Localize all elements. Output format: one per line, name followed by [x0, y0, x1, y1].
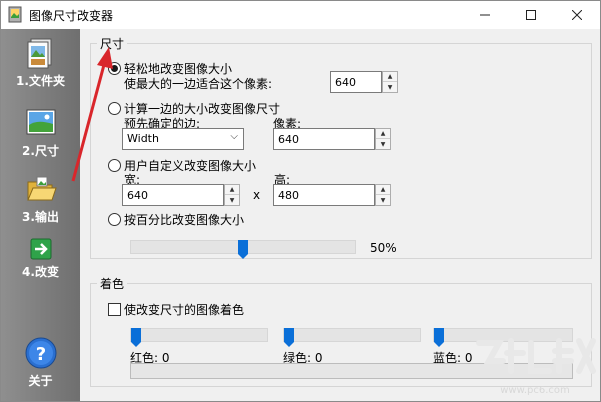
- spin-up-icon[interactable]: ▲: [225, 185, 239, 195]
- close-button[interactable]: [554, 1, 600, 29]
- height-input[interactable]: [273, 184, 375, 206]
- about-button[interactable]: ? 关于: [1, 337, 80, 389]
- radio-percent[interactable]: [108, 213, 121, 226]
- red-slider-thumb[interactable]: [131, 328, 141, 347]
- red-slider[interactable]: [130, 328, 268, 347]
- title-bar: 图像尺寸改变器: [1, 1, 600, 29]
- spin-down-icon[interactable]: ▼: [376, 195, 390, 205]
- green-slider[interactable]: [283, 328, 421, 347]
- help-icon: ?: [25, 337, 56, 369]
- max-side-label: 使最大的一边适合这个像素:: [124, 77, 273, 91]
- spin-down-icon[interactable]: ▼: [383, 82, 397, 92]
- spin-up-icon[interactable]: ▲: [383, 72, 397, 82]
- width-input[interactable]: [122, 184, 224, 206]
- width-spinner[interactable]: ▲ ▼: [224, 184, 240, 206]
- spin-up-icon[interactable]: ▲: [376, 185, 390, 195]
- percent-value-text: 50%: [370, 241, 397, 255]
- svg-text:?: ?: [35, 344, 45, 365]
- custom-label: 用户自定义改变图像大小: [124, 159, 257, 173]
- chevron-down-icon: ⌵: [230, 131, 238, 142]
- watermark-logo: www.pc6.com: [476, 338, 596, 396]
- spin-down-icon[interactable]: ▼: [225, 195, 239, 205]
- window-title: 图像尺寸改变器: [29, 9, 114, 23]
- folder-images-icon: [27, 38, 51, 69]
- percent-slider-thumb[interactable]: [238, 240, 248, 259]
- sidebar-item-label: 3.输出: [22, 210, 59, 224]
- green-slider-thumb[interactable]: [284, 328, 294, 347]
- annotation-arrow-icon: [71, 47, 113, 182]
- maximize-icon: [526, 10, 536, 20]
- colorize-label: 使改变尺寸的图像着色: [124, 303, 245, 317]
- maximize-button[interactable]: [508, 1, 554, 29]
- height-spinner[interactable]: ▲ ▼: [375, 184, 391, 206]
- sidebar-item-change[interactable]: 4.改变: [1, 238, 80, 280]
- svg-text:www.pc6.com: www.pc6.com: [500, 385, 570, 396]
- minimize-icon: [480, 14, 490, 16]
- about-label: 关于: [28, 374, 53, 388]
- app-icon: [8, 6, 22, 23]
- spin-up-icon[interactable]: ▲: [376, 129, 390, 139]
- percent-label: 按百分比改变图像大小: [124, 213, 245, 227]
- minimize-button[interactable]: [462, 1, 508, 29]
- max-side-spinner[interactable]: ▲ ▼: [382, 71, 398, 93]
- app-window: 图像尺寸改变器 1.文件夹 2.尺寸 3.输出 4.改变 ? 关于 尺寸 轻松地…: [0, 0, 601, 402]
- max-side-input[interactable]: [330, 71, 382, 93]
- sidebar-item-label: 4.改变: [22, 265, 59, 279]
- open-folder-icon: [26, 176, 57, 201]
- close-icon: [572, 10, 582, 20]
- blue-slider-thumb[interactable]: [434, 328, 444, 347]
- color-group-legend: 着色: [97, 275, 128, 292]
- green-arrow-icon: [30, 238, 51, 260]
- times-label: x: [253, 188, 261, 202]
- landscape-image-icon: [26, 109, 55, 135]
- pixel-input[interactable]: [273, 128, 375, 150]
- pixel-spinner[interactable]: ▲ ▼: [375, 128, 391, 150]
- side-select-value: Width: [127, 132, 159, 145]
- percent-slider[interactable]: [130, 240, 356, 259]
- colorize-checkbox[interactable]: [108, 303, 121, 316]
- side-select[interactable]: Width ⌵: [122, 128, 244, 150]
- spin-down-icon[interactable]: ▼: [376, 139, 390, 149]
